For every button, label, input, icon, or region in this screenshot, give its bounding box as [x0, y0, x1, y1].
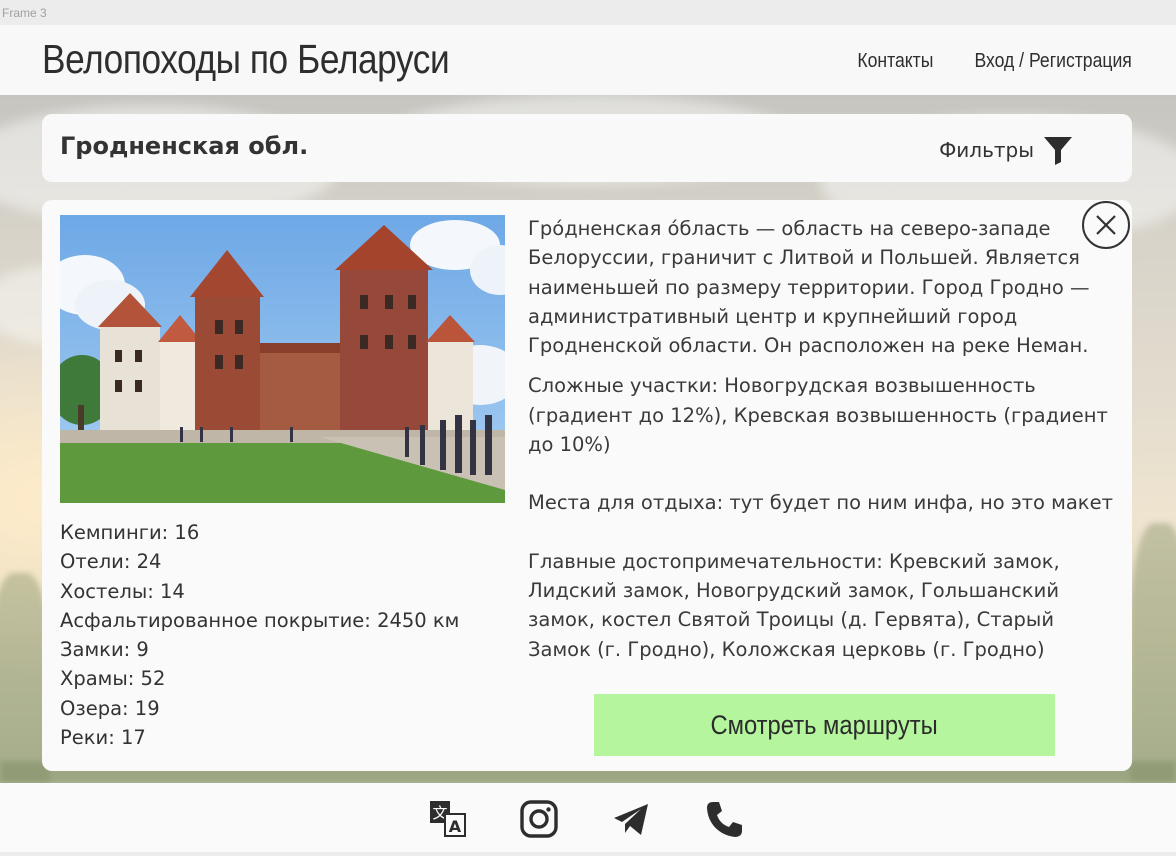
stat-rivers: Реки: 17 [60, 726, 146, 750]
view-routes-button[interactable]: Смотреть маршруты [594, 694, 1055, 756]
main-sights: Главные достопримечательности: Кревский … [528, 549, 1060, 661]
stat-temples: Храмы: 52 [60, 667, 166, 691]
page-frame: Велопоходы по Беларуси Контакты Вход / Р… [0, 25, 1176, 852]
stat-hotels: Отели: 24 [60, 550, 162, 574]
site-title: Велопоходы по Беларуси [42, 36, 450, 82]
rest-places: Места для отдыха: тут будет по ним инфа,… [528, 491, 1113, 515]
difficult-sections: Сложные участки: Новогрудская возвышенно… [528, 374, 1108, 457]
filters-label: Фильтры [939, 138, 1034, 162]
castle-image [60, 215, 505, 503]
svg-text:A: A [449, 817, 462, 836]
view-routes-label: Смотреть маршруты [710, 709, 939, 740]
close-button[interactable] [1082, 201, 1130, 249]
close-icon [1096, 215, 1116, 235]
hero-background: Гродненская обл. Фильтры Кемпинги: 16 От… [0, 95, 1176, 783]
nav-contacts-link[interactable]: Контакты [857, 50, 933, 73]
region-photo [60, 215, 505, 503]
filters-button[interactable]: Фильтры [939, 134, 1074, 166]
phone-icon[interactable] [704, 799, 744, 839]
region-card: Кемпинги: 16 Отели: 24 Хостелы: 14 Асфал… [42, 200, 1132, 771]
description-text: Гро́дненская о́бласть — область на север… [528, 217, 1090, 358]
region-bar: Гродненская обл. Фильтры [42, 114, 1132, 182]
stat-castles: Замки: 9 [60, 638, 149, 662]
region-title: Гродненская обл. [60, 132, 309, 160]
funnel-icon [1044, 137, 1072, 165]
vegetation [1130, 523, 1176, 783]
instagram-icon[interactable] [519, 799, 559, 839]
translate-icon[interactable]: 文 A [428, 799, 468, 839]
nav-login-link[interactable]: Вход / Регистрация [975, 50, 1132, 73]
stat-asphalt: Асфальтированное покрытие: 2450 км [60, 608, 460, 632]
stat-hostels: Хостелы: 14 [60, 579, 185, 603]
header: Велопоходы по Беларуси Контакты Вход / Р… [0, 25, 1176, 95]
frame-label: Frame 3 [2, 6, 47, 20]
top-nav: Контакты Вход / Регистрация [847, 50, 1132, 73]
region-stats: Кемпинги: 16 Отели: 24 Хостелы: 14 Асфал… [60, 518, 459, 752]
stat-lakes: Озера: 19 [60, 696, 160, 720]
stat-campings: Кемпинги: 16 [60, 521, 200, 544]
footer: 文 A [0, 783, 1176, 852]
region-description: Гро́дненская о́бласть — область на север… [528, 214, 1118, 664]
telegram-icon[interactable] [611, 799, 651, 839]
